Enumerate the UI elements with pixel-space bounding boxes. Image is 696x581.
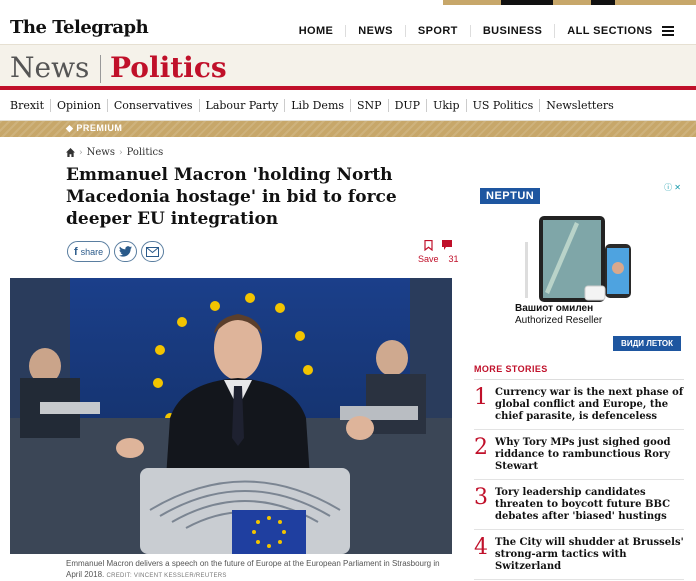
section-parent-link[interactable]: News [10,51,89,84]
image-caption: Emmanuel Macron delivers a speech on the… [66,558,446,581]
story-item[interactable]: 2 Why Tory MPs just sighed good riddance… [474,430,684,480]
ad-cta-button[interactable]: ВИДИ ЛЕТОК [613,336,681,351]
subnav-newsletters[interactable]: Newsletters [539,98,619,112]
hamburger-icon [662,24,674,38]
home-icon[interactable] [66,148,75,157]
story-number: 4 [474,535,488,560]
nav-all-sections-label: ALL SECTIONS [567,24,653,37]
premium-banner: ◆ PREMIUM [0,121,696,137]
story-item[interactable]: 4 The City will shudder at Brussels' str… [474,530,684,580]
twitter-icon [119,246,133,257]
section-header: News Politics [0,44,696,90]
share-label: share [80,246,104,257]
breadcrumb: › News › Politics [66,147,163,158]
save-label[interactable]: Save [418,254,439,264]
share-row: f share [67,241,165,262]
story-headline[interactable]: The City will shudder at Brussels' stron… [495,537,684,573]
subnav-ukip[interactable]: Ukip [426,98,466,112]
advertisement[interactable]: NEPTUN ⓘ ✕ Вашиот омилен Authorized Rese… [475,180,683,352]
comment-count[interactable]: 31 [449,254,459,264]
subnav-snp[interactable]: SNP [350,98,388,112]
breadcrumb-separator: › [79,147,83,158]
article-hero-image [10,278,452,554]
story-item[interactable]: 1 Currency war is the next phase of glob… [474,380,684,430]
story-number: 1 [474,385,488,410]
nav-sport[interactable]: SPORT [404,25,470,37]
facebook-share-button[interactable]: f share [67,241,111,262]
ad-reseller-text: Вашиот омилен Authorized Reseller [515,303,602,327]
email-share-button[interactable] [141,241,165,262]
story-headline[interactable]: Why Tory MPs just sighed good riddance t… [495,437,684,473]
subnav-conservatives[interactable]: Conservatives [106,98,199,112]
premium-label: ◆ PREMIUM [66,123,123,133]
ad-brand: NEPTUN [480,188,541,204]
ad-line1: Вашиот омилен [515,303,594,314]
nav-home[interactable]: HOME [287,25,346,37]
caption-credit: CREDIT: VINCENT KESSLER/REUTERS [106,573,227,579]
save-comments: Save 31 [418,240,459,264]
more-stories: MORE STORIES 1 Currency war is the next … [474,364,684,580]
more-stories-title: MORE STORIES [474,364,684,380]
comment-icon[interactable] [442,240,453,250]
section-title[interactable]: Politics [110,51,227,84]
adchoices-icon[interactable]: ⓘ ✕ [664,182,681,193]
ad-line2: Authorized Reseller [515,315,603,326]
section-divider [100,55,101,83]
story-headline[interactable]: Currency war is the next phase of global… [495,387,684,423]
hero-illustration [10,278,452,554]
politics-subnav: Brexit Opinion Conservatives Labour Part… [0,90,696,121]
masthead: The Telegraph HOME NEWS SPORT BUSINESS A… [0,0,696,44]
bookmark-icon[interactable] [424,240,433,251]
facebook-icon: f [74,245,78,258]
subnav-lib-dems[interactable]: Lib Dems [284,98,350,112]
subnav-dup[interactable]: DUP [387,98,427,112]
subnav-us-politics[interactable]: US Politics [465,98,540,112]
email-icon [146,246,160,257]
subnav-brexit[interactable]: Brexit [4,99,50,112]
nav-all-sections[interactable]: ALL SECTIONS [554,24,686,38]
telegraph-logo[interactable]: The Telegraph [10,17,149,38]
nav-news[interactable]: NEWS [345,25,405,37]
section-accent-bar [443,0,696,5]
story-number: 2 [474,435,488,460]
premium-label-text: PREMIUM [76,123,123,133]
breadcrumb-separator: › [118,147,123,158]
top-nav: HOME NEWS SPORT BUSINESS ALL SECTIONS [287,24,686,38]
breadcrumb-news[interactable]: News [87,147,115,158]
nav-business[interactable]: BUSINESS [469,25,554,37]
breadcrumb-politics[interactable]: Politics [127,147,164,158]
subnav-labour-party[interactable]: Labour Party [198,98,285,112]
story-item[interactable]: 3 Tory leadership candidates threaten to… [474,480,684,530]
subnav-opinion[interactable]: Opinion [50,98,107,112]
ad-devices-illustration [525,216,631,302]
article-headline: Emmanuel Macron 'holding North Macedonia… [66,165,397,229]
story-headline[interactable]: Tory leadership candidates threaten to b… [495,487,684,523]
twitter-share-button[interactable] [114,241,138,262]
story-number: 3 [474,485,488,510]
